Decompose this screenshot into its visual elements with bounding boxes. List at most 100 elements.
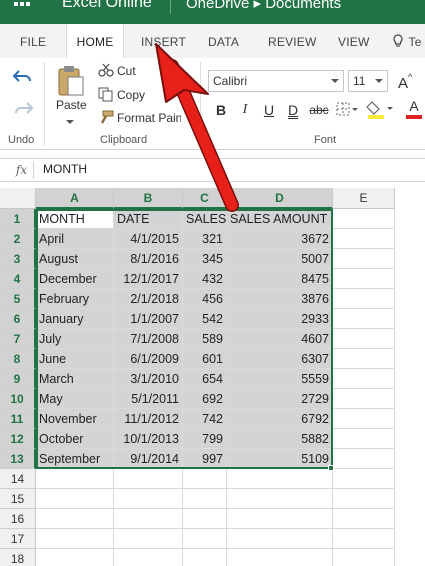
cell-a4[interactable]: December (36, 269, 114, 289)
borders-icon[interactable] (336, 102, 358, 118)
cell-a1[interactable]: MONTH (36, 209, 114, 229)
cell-a8[interactable]: June (36, 349, 114, 369)
cell-b10[interactable]: 5/1/2011 (114, 389, 183, 409)
cell-e13[interactable] (333, 449, 395, 469)
row-header-15[interactable]: 15 (0, 489, 36, 509)
double-underline-button[interactable]: D (286, 100, 300, 120)
format-painter-label[interactable]: Format Painter (117, 111, 181, 125)
cell-b18[interactable] (114, 549, 183, 566)
redo-icon[interactable] (12, 100, 34, 118)
cell-b3[interactable]: 8/1/2016 (114, 249, 183, 269)
cell-a18[interactable] (36, 549, 114, 566)
cell-c11[interactable]: 742 (183, 409, 227, 429)
cell-c16[interactable] (183, 509, 227, 529)
paste-label[interactable]: Paste (56, 98, 87, 112)
cell-d13[interactable]: 5109 (227, 449, 333, 469)
tab-insert[interactable]: INSERT (141, 24, 186, 58)
tell-me-box[interactable]: Te (393, 24, 425, 58)
breadcrumb[interactable]: OneDrive ▸ Documents (186, 0, 341, 12)
row-header-3[interactable]: 3 (0, 249, 36, 269)
cell-b12[interactable]: 10/1/2013 (114, 429, 183, 449)
cell-c9[interactable]: 654 (183, 369, 227, 389)
cut-icon[interactable] (98, 63, 114, 77)
font-color-button[interactable]: A (404, 98, 424, 120)
cell-e14[interactable] (333, 469, 395, 489)
row-header-18[interactable]: 18 (0, 549, 36, 566)
strikethrough-button[interactable]: abc (308, 100, 330, 120)
cell-e9[interactable] (333, 369, 395, 389)
cell-d3[interactable]: 5007 (227, 249, 333, 269)
tab-view[interactable]: VIEW (338, 24, 369, 58)
paste-dropdown-icon[interactable] (66, 120, 74, 124)
cell-a13[interactable]: September (36, 449, 114, 469)
cell-a7[interactable]: July (36, 329, 114, 349)
cell-a12[interactable]: October (36, 429, 114, 449)
cut-label[interactable]: Cut (117, 64, 136, 78)
underline-button[interactable]: U (262, 100, 276, 120)
cell-a3[interactable]: August (36, 249, 114, 269)
cell-a11[interactable]: November (36, 409, 114, 429)
cell-a15[interactable] (36, 489, 114, 509)
cell-d7[interactable]: 4607 (227, 329, 333, 349)
cell-c12[interactable]: 799 (183, 429, 227, 449)
row-header-10[interactable]: 10 (0, 389, 36, 409)
cell-b2[interactable]: 4/1/2015 (114, 229, 183, 249)
cell-e12[interactable] (333, 429, 395, 449)
cell-b8[interactable]: 6/1/2009 (114, 349, 183, 369)
cell-c4[interactable]: 432 (183, 269, 227, 289)
cell-a9[interactable]: March (36, 369, 114, 389)
cell-c18[interactable] (183, 549, 227, 566)
cell-d11[interactable]: 6792 (227, 409, 333, 429)
cell-c10[interactable]: 692 (183, 389, 227, 409)
undo-icon[interactable] (12, 68, 34, 86)
cell-a16[interactable] (36, 509, 114, 529)
cell-a10[interactable]: May (36, 389, 114, 409)
row-header-12[interactable]: 12 (0, 429, 36, 449)
cell-e17[interactable] (333, 529, 395, 549)
cell-e4[interactable] (333, 269, 395, 289)
row-header-9[interactable]: 9 (0, 369, 36, 389)
cell-b6[interactable]: 1/1/2007 (114, 309, 183, 329)
italic-button[interactable]: I (238, 100, 252, 120)
cell-d9[interactable]: 5559 (227, 369, 333, 389)
row-header-4[interactable]: 4 (0, 269, 36, 289)
cell-c15[interactable] (183, 489, 227, 509)
tab-data[interactable]: DATA (208, 24, 239, 58)
fill-handle[interactable] (328, 465, 334, 471)
row-header-17[interactable]: 17 (0, 529, 36, 549)
formula-input[interactable]: MONTH (43, 162, 87, 176)
row-header-6[interactable]: 6 (0, 309, 36, 329)
cell-c17[interactable] (183, 529, 227, 549)
cell-e10[interactable] (333, 389, 395, 409)
cell-a6[interactable]: January (36, 309, 114, 329)
tab-review[interactable]: REVIEW (268, 24, 317, 58)
cell-a5[interactable]: February (36, 289, 114, 309)
copy-icon[interactable] (98, 87, 114, 102)
tab-home[interactable]: HOME (66, 24, 124, 58)
paste-icon[interactable] (56, 64, 86, 98)
cell-d6[interactable]: 2933 (227, 309, 333, 329)
cell-e5[interactable] (333, 289, 395, 309)
cell-c3[interactable]: 345 (183, 249, 227, 269)
cell-d4[interactable]: 8475 (227, 269, 333, 289)
font-size-select[interactable]: 11 (348, 70, 388, 92)
column-header-d[interactable]: D (227, 188, 333, 209)
cell-d1[interactable]: SALES AMOUNT (227, 209, 333, 229)
app-launcher-icon[interactable] (14, 0, 32, 14)
cell-d15[interactable] (227, 489, 333, 509)
cell-c1[interactable]: SALES (183, 209, 227, 229)
cell-c5[interactable]: 456 (183, 289, 227, 309)
cell-c2[interactable]: 321 (183, 229, 227, 249)
cell-e11[interactable] (333, 409, 395, 429)
cell-c8[interactable]: 601 (183, 349, 227, 369)
cell-b1[interactable]: DATE (114, 209, 183, 229)
column-header-e[interactable]: E (333, 188, 395, 209)
grow-font-button[interactable]: A^ (398, 72, 412, 92)
cell-c13[interactable]: 997 (183, 449, 227, 469)
cell-a14[interactable] (36, 469, 114, 489)
row-header-14[interactable]: 14 (0, 469, 36, 489)
cell-d17[interactable] (227, 529, 333, 549)
cell-b13[interactable]: 9/1/2014 (114, 449, 183, 469)
cell-d12[interactable]: 5882 (227, 429, 333, 449)
row-header-11[interactable]: 11 (0, 409, 36, 429)
